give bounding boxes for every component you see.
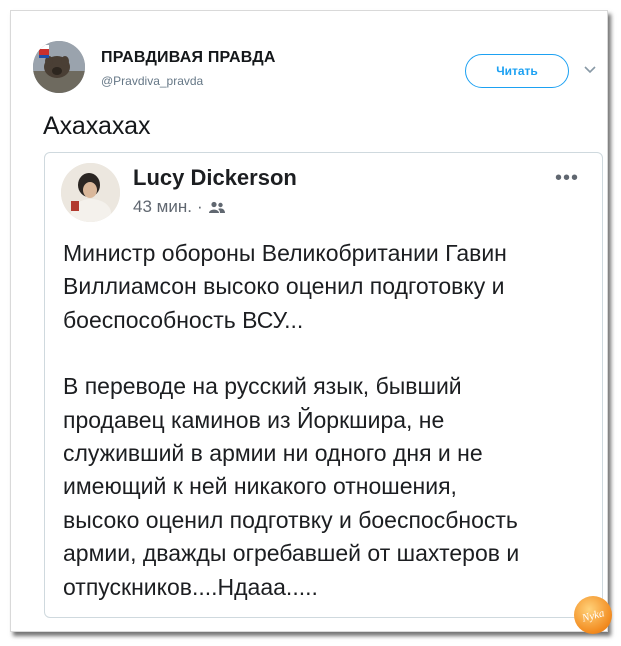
post-body: Министр обороны Великобритании Гавин Вил…	[63, 237, 593, 604]
post-line: имеющий к ней никакого отношения,	[63, 473, 457, 500]
post-time[interactable]: 43 мин.	[133, 197, 192, 217]
account-handle[interactable]: @Pravdiva_pravda	[101, 74, 203, 88]
more-options-icon[interactable]: •••	[555, 167, 579, 190]
screenshot-frame: ПРАВДИВАЯ ПРАВДА @Pravdiva_pravda Читать…	[10, 10, 612, 634]
post-line: высоко оценил подготвку и боеспосбность	[63, 506, 518, 533]
quoted-post-card[interactable]: Lucy Dickerson 43 мин. · ••• Министр обо…	[44, 152, 603, 618]
watermark-logo: Nyka	[574, 596, 612, 634]
tweet-text: Ахахахах	[43, 112, 151, 140]
post-line: Виллиамсон высоко оценил подготовку и	[63, 273, 505, 300]
post-line: служивший в армии ни одного дня и не	[63, 440, 483, 467]
post-meta: 43 мин. ·	[133, 197, 226, 217]
author-avatar[interactable]	[61, 163, 120, 222]
post-line: отпускников....Ндааа.....	[63, 573, 318, 600]
account-avatar[interactable]	[33, 41, 85, 93]
meta-separator: ·	[196, 197, 203, 216]
chevron-down-icon[interactable]	[583, 63, 597, 77]
avatar-image	[33, 41, 85, 93]
account-name[interactable]: ПРАВДИВАЯ ПРАВДА	[101, 49, 276, 67]
author-name[interactable]: Lucy Dickerson	[133, 165, 297, 191]
watermark-logo-image: Nyka	[580, 607, 606, 625]
follow-button[interactable]: Читать	[465, 54, 569, 88]
avatar-image	[61, 163, 120, 222]
post-line: боеспособность ВСУ...	[63, 306, 304, 333]
friends-audience-icon	[208, 201, 225, 213]
post-line: армии, дважды огребавшей от шахтеров и	[63, 540, 520, 567]
post-line: Министр обороны Великобритании Гавин	[63, 240, 507, 266]
post-line: продавец каминов из Йоркшира, не	[63, 406, 445, 433]
post-line: В переводе на русский язык, бывший	[63, 373, 462, 400]
svg-text:Nyka: Nyka	[580, 607, 606, 625]
